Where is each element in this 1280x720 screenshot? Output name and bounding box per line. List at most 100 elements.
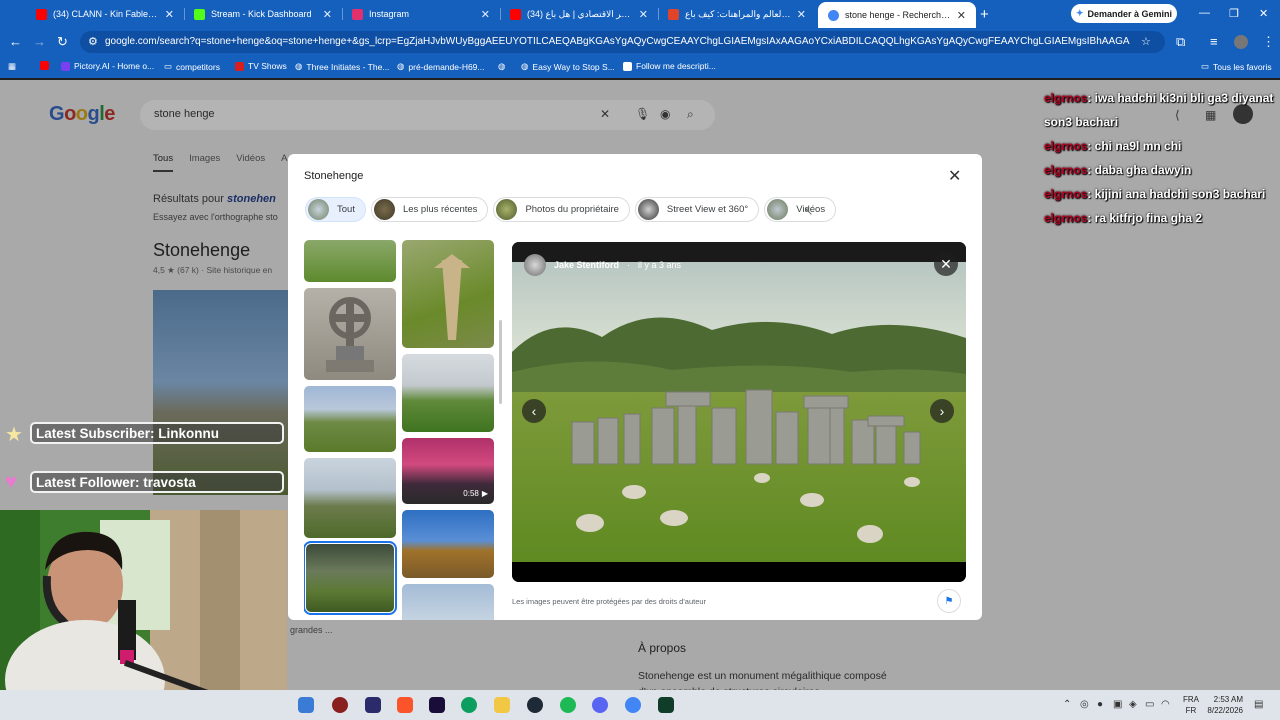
tab-google-search[interactable]: stone henge - Recherche Goog ✕: [818, 2, 976, 28]
tray-icon[interactable]: ▣: [1113, 699, 1122, 710]
thumbnail-distant-stones[interactable]: [402, 354, 494, 432]
previous-image-icon[interactable]: ‹: [522, 399, 546, 423]
close-tab-icon[interactable]: ✕: [323, 8, 332, 21]
close-tab-icon[interactable]: ✕: [481, 8, 490, 21]
tab-instagram[interactable]: Instagram ✕: [342, 0, 500, 28]
minimize-icon[interactable]: —: [1199, 7, 1210, 19]
thumbnail-stone-cross[interactable]: [304, 288, 396, 380]
close-tab-icon[interactable]: ✕: [797, 8, 806, 21]
taskbar-chrome-icon[interactable]: [625, 697, 641, 713]
taskbar-obs-icon[interactable]: [332, 697, 348, 713]
menu-icon[interactable]: ⋮: [1262, 34, 1275, 50]
taskbar-after-effects-icon[interactable]: [429, 697, 445, 713]
thumbnail-video-sunset[interactable]: 0:58 ▶: [402, 438, 494, 504]
bookmark-youtube[interactable]: [40, 61, 49, 70]
profile-avatar[interactable]: [1234, 35, 1248, 49]
thumbnail-selected[interactable]: [304, 541, 397, 615]
camera-icon[interactable]: ◉: [660, 107, 670, 121]
close-dialog-icon[interactable]: ✕: [948, 166, 961, 186]
new-tab-icon[interactable]: +: [980, 6, 989, 23]
language-indicator[interactable]: FRA FR: [1183, 694, 1199, 716]
taskbar-folder-icon[interactable]: [494, 697, 510, 713]
taskbar-discord-icon[interactable]: [592, 697, 608, 713]
bookmark-tv-shows[interactable]: TV Shows: [235, 61, 287, 71]
thumbnail-sheep-field[interactable]: [304, 240, 396, 282]
microphone-icon[interactable]: 🎙: [635, 107, 650, 121]
media-icon[interactable]: ≡: [1210, 34, 1218, 49]
chip-all[interactable]: Tout: [305, 197, 366, 222]
thumbnail-person-field[interactable]: [304, 458, 396, 538]
tray-icon[interactable]: ◈: [1129, 699, 1137, 710]
taskbar-app-icon[interactable]: [658, 697, 674, 713]
extensions-icon[interactable]: ⧉: [1176, 34, 1185, 50]
window-close-icon[interactable]: ✕: [1259, 7, 1268, 20]
knowledge-panel-photo[interactable]: [153, 290, 288, 495]
thumbnail-sky[interactable]: [402, 584, 494, 620]
search-box[interactable]: stone henge ✕ 🎙 ◉ ⌕: [140, 100, 715, 130]
search-icon[interactable]: ⌕: [687, 107, 694, 122]
chip-videos[interactable]: Vidéos: [764, 197, 837, 222]
ask-gemini-button[interactable]: ✦ Demander à Gemini: [1071, 4, 1177, 23]
tray-mic-icon[interactable]: ●: [1097, 699, 1103, 710]
bookmark-easy-way[interactable]: ◍ Easy Way to Stop S...: [521, 61, 615, 72]
tab-title: stone henge - Recherche Goog: [845, 10, 951, 20]
google-logo[interactable]: Google: [49, 103, 115, 126]
tray-chevron-icon[interactable]: ⌃: [1063, 699, 1071, 710]
tab-kick-dashboard[interactable]: Stream - Kick Dashboard ✕: [184, 0, 342, 28]
tab-videos[interactable]: Vidéos: [236, 153, 265, 172]
tab-worldcup-article[interactable]: كأس العالم والمراهنات: كيف باع ✕: [658, 0, 816, 28]
chip-street-view[interactable]: Street View et 360°: [634, 197, 760, 222]
taskbar-brave-icon[interactable]: [397, 697, 413, 713]
bookmark-pictory[interactable]: Pictory.AI - Home o...: [61, 61, 154, 71]
next-image-icon[interactable]: ›: [930, 399, 954, 423]
taskbar-spotify-icon[interactable]: [560, 697, 576, 713]
tab-youtube-clann[interactable]: (34) CLANN - Kin Fables (Full Al ✕: [26, 0, 184, 28]
tray-icon[interactable]: ◎: [1080, 699, 1089, 710]
url-text[interactable]: google.com/search?q=stone+henge&oq=stone…: [105, 36, 1130, 47]
tab-youtube-economy[interactable]: (34) الكُفر الاقتصادي | هل باع ✕: [500, 0, 658, 28]
thumbnail-scrollbar[interactable]: [499, 320, 502, 404]
notifications-icon[interactable]: ▤: [1254, 699, 1263, 710]
spelling-hint[interactable]: Essayez avec l'orthographe sto: [153, 212, 278, 222]
close-tab-icon[interactable]: ✕: [165, 8, 174, 21]
tab-more[interactable]: A: [281, 153, 287, 172]
close-tab-icon[interactable]: ✕: [957, 9, 966, 22]
taskbar-app-icon[interactable]: [365, 697, 381, 713]
bookmark-competitors[interactable]: ▭ competitors: [164, 61, 220, 72]
bookmark-follow-me[interactable]: Follow me descripti...: [623, 61, 716, 71]
tab-images[interactable]: Images: [189, 153, 220, 172]
bookmark-three-initiates[interactable]: ◍ Three Initiates - The...: [295, 61, 389, 72]
site-info-icon[interactable]: ⚙: [88, 35, 98, 48]
chip-latest[interactable]: Les plus récentes: [370, 197, 489, 222]
bookmark-pre-demande[interactable]: ◍ pré-demande-H69...: [397, 61, 485, 72]
close-tab-icon[interactable]: ✕: [639, 8, 648, 21]
more-link[interactable]: grandes ...: [290, 625, 333, 635]
all-bookmarks-button[interactable]: ▭ Tous les favoris: [1201, 61, 1272, 72]
address-bar[interactable]: ⚙ google.com/search?q=stone+henge&oq=sto…: [80, 31, 1165, 53]
thumbnail-stones-sheep[interactable]: [304, 386, 396, 452]
reload-icon[interactable]: ↻: [57, 34, 68, 50]
report-flag-icon[interactable]: ⚑: [937, 589, 961, 613]
taskbar-steam-icon[interactable]: [527, 697, 543, 713]
results-term[interactable]: stonehen: [227, 193, 276, 205]
forward-icon[interactable]: →: [33, 34, 46, 49]
taskbar-edge-icon[interactable]: [461, 697, 477, 713]
bookmark-star-icon[interactable]: ☆: [1141, 35, 1151, 48]
thumbnail-blue-sky-crowd[interactable]: [402, 510, 494, 578]
clear-icon[interactable]: ✕: [600, 107, 610, 121]
wifi-icon[interactable]: ◠: [1161, 699, 1170, 710]
search-input[interactable]: stone henge: [154, 108, 215, 120]
bookmark-blank[interactable]: ◍: [498, 61, 505, 72]
restore-icon[interactable]: ❐: [1229, 7, 1239, 20]
close-viewer-icon[interactable]: ✕: [934, 252, 958, 276]
taskbar-app-icon[interactable]: [298, 697, 314, 713]
apps-icon[interactable]: ▦: [8, 61, 16, 72]
system-clock[interactable]: 2:53 AM 8/22/2026: [1203, 694, 1243, 716]
photo-author[interactable]: Jake Stentiford · il y a 3 ans: [524, 254, 681, 276]
tray-icon[interactable]: ▭: [1145, 699, 1154, 710]
thumbnail-arrow-path[interactable]: [402, 240, 494, 348]
browser-toolbar: ← → ↻ ⚙ google.com/search?q=stone+henge&…: [0, 28, 1280, 56]
back-icon[interactable]: ←: [9, 34, 22, 49]
chip-owner-photos[interactable]: Photos du propriétaire: [493, 197, 630, 222]
tab-all[interactable]: Tous: [153, 153, 174, 172]
